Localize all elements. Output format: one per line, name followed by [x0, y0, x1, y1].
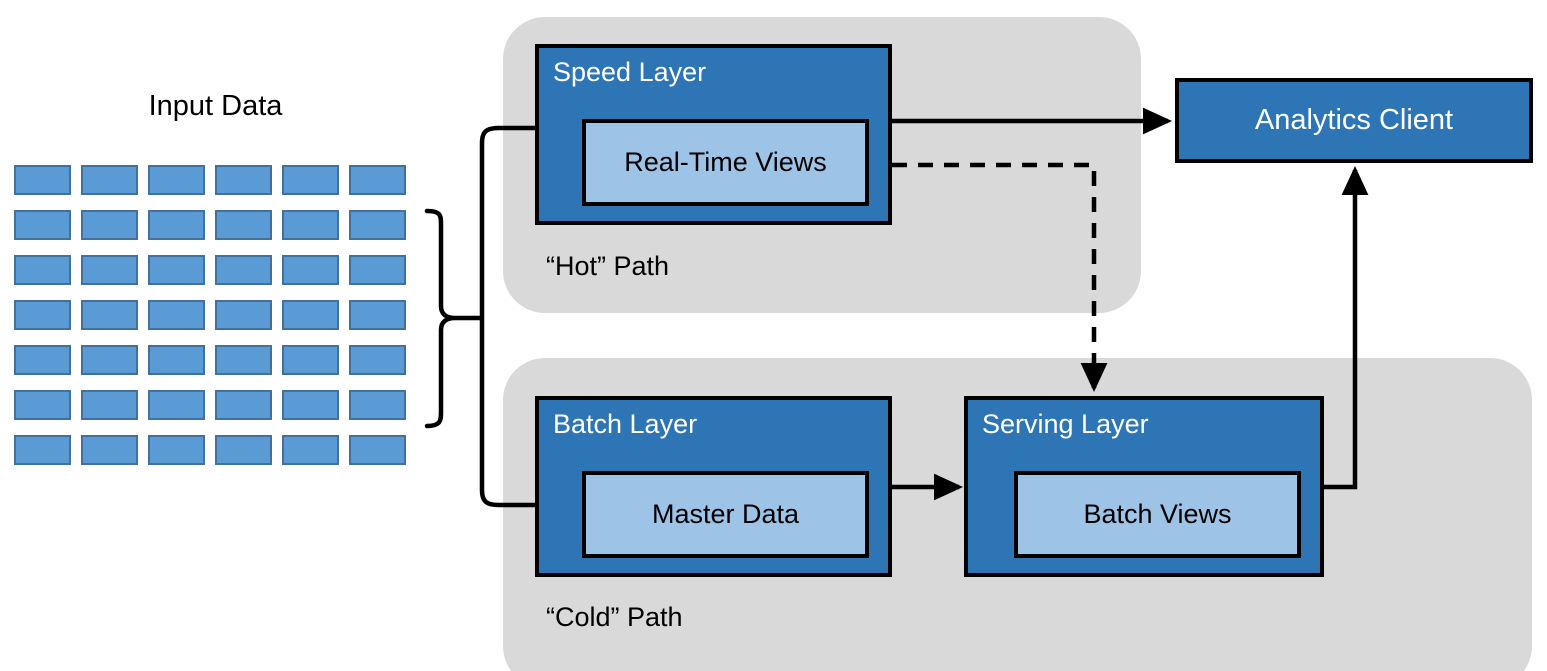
- input-data-cell: [282, 255, 339, 285]
- input-data-cell: [282, 300, 339, 330]
- input-data-cell: [349, 210, 406, 240]
- input-data-cell: [349, 165, 406, 195]
- input-data-cell: [349, 435, 406, 465]
- batch-views-label: Batch Views: [1083, 499, 1232, 529]
- real-time-views-box[interactable]: Real-Time Views: [582, 119, 869, 206]
- input-data-cell: [81, 345, 138, 375]
- input-data-cell: [215, 300, 272, 330]
- input-data-cell: [14, 435, 71, 465]
- input-data-cell: [215, 165, 272, 195]
- input-data-cell: [349, 300, 406, 330]
- input-data-cell: [349, 255, 406, 285]
- input-data-cell: [81, 435, 138, 465]
- hot-path-label: “Hot” Path: [546, 251, 670, 281]
- input-data-cell: [81, 210, 138, 240]
- input-data-title: Input Data: [148, 90, 283, 122]
- input-data-cell: [282, 435, 339, 465]
- input-data-cell: [282, 390, 339, 420]
- analytics-client-label: Analytics Client: [1254, 104, 1454, 136]
- input-data-cell: [215, 345, 272, 375]
- input-data-cell: [349, 345, 406, 375]
- input-data-cell: [81, 165, 138, 195]
- input-data-cell: [148, 165, 205, 195]
- speed-layer-title: Speed Layer: [553, 57, 707, 87]
- input-data-cell: [215, 435, 272, 465]
- input-data-cell: [14, 165, 71, 195]
- input-brace-connector: [424, 208, 482, 429]
- cold-path-label: “Cold” Path: [546, 602, 683, 632]
- master-data-label: Master Data: [651, 499, 800, 529]
- input-data-cell: [282, 210, 339, 240]
- input-data-cell: [81, 390, 138, 420]
- master-data-box[interactable]: Master Data: [582, 471, 869, 558]
- input-data-cell: [14, 390, 71, 420]
- input-data-cell: [14, 345, 71, 375]
- analytics-client-box[interactable]: Analytics Client: [1175, 78, 1533, 163]
- input-data-cell: [148, 345, 205, 375]
- input-data-cell: [282, 345, 339, 375]
- input-data-cell: [215, 390, 272, 420]
- input-data-cell: [215, 255, 272, 285]
- input-data-cell: [215, 210, 272, 240]
- input-data-cell: [14, 300, 71, 330]
- input-data-cell: [349, 390, 406, 420]
- input-data-cell: [148, 255, 205, 285]
- input-data-cell: [148, 390, 205, 420]
- input-data-cell: [81, 255, 138, 285]
- input-data-cell: [148, 435, 205, 465]
- serving-layer-title: Serving Layer: [982, 409, 1149, 439]
- input-data-cell: [14, 210, 71, 240]
- batch-views-box[interactable]: Batch Views: [1014, 471, 1301, 558]
- batch-layer-title: Batch Layer: [553, 409, 698, 439]
- diagram-canvas: Input Data “Hot” Path Speed Layer Real-T…: [0, 0, 1547, 671]
- input-data-cell: [282, 165, 339, 195]
- input-data-cell: [148, 300, 205, 330]
- input-data-cell: [148, 210, 205, 240]
- real-time-views-label: Real-Time Views: [624, 147, 827, 177]
- input-data-cell: [81, 300, 138, 330]
- input-data-cell: [14, 255, 71, 285]
- input-data-grid: [14, 165, 406, 465]
